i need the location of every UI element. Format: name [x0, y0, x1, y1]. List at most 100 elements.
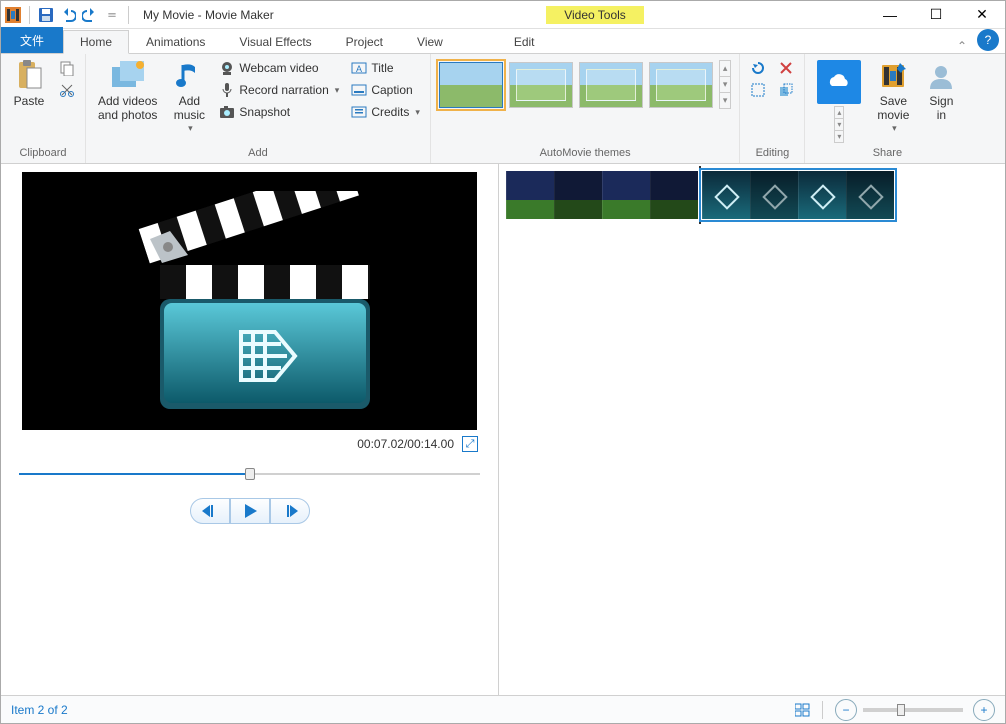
save-movie-label-2: movie: [877, 108, 909, 122]
music-icon: [173, 60, 205, 92]
add-videos-icon: [112, 60, 144, 92]
sign-in-button[interactable]: Signin: [919, 58, 963, 125]
share-gallery-scroll[interactable]: ▴ ▾ ▾: [834, 106, 844, 143]
preview-pane: 00:07.02/00:14.00 ⤢: [1, 164, 499, 695]
ribbon-tabs: 文件 Home Animations Visual Effects Projec…: [1, 29, 1005, 54]
fullscreen-icon[interactable]: ⤢: [462, 436, 478, 452]
select-all-button[interactable]: [746, 80, 770, 100]
paste-icon: [13, 60, 45, 92]
zoom-slider[interactable]: [863, 708, 963, 712]
rotate-left-button[interactable]: [746, 58, 770, 78]
share-cloud-button[interactable]: ▴ ▾ ▾: [811, 58, 867, 145]
tab-file[interactable]: 文件: [1, 27, 63, 53]
rotate-right-icon: [778, 82, 794, 98]
group-clipboard: Paste Clipboard: [1, 54, 86, 163]
play-button[interactable]: [230, 498, 270, 524]
remove-button[interactable]: [774, 58, 798, 78]
cut-button[interactable]: [55, 80, 79, 100]
timeline-pane[interactable]: [499, 164, 1005, 695]
clip-2[interactable]: [701, 170, 895, 220]
snapshot-icon: [219, 104, 235, 120]
tab-home[interactable]: Home: [63, 30, 129, 54]
webcam-video-button[interactable]: Webcam video: [215, 58, 343, 78]
add-videos-photos-button[interactable]: Add videosand photos: [92, 58, 163, 125]
theme-thumb-4[interactable]: [649, 62, 713, 108]
view-thumbnails-button[interactable]: [792, 699, 814, 721]
add-music-button[interactable]: Addmusic: [167, 58, 211, 136]
webcam-icon: [219, 60, 235, 76]
tab-edit[interactable]: Edit: [490, 31, 559, 53]
qat-dropdown-icon[interactable]: ＝: [104, 7, 120, 23]
seek-slider[interactable]: [19, 464, 480, 484]
group-add-label: Add: [92, 145, 424, 159]
window-buttons: — ☐ ✕: [867, 1, 1005, 29]
title-bar: ＝ My Movie - Movie Maker Video Tools — ☐…: [1, 1, 1005, 29]
theme-thumb-2[interactable]: [509, 62, 573, 108]
quick-access-toolbar: ＝: [1, 6, 135, 24]
sign-in-label-2: in: [937, 108, 946, 122]
cut-icon: [59, 82, 75, 98]
rotate-left-icon: [750, 60, 766, 76]
undo-icon[interactable]: [60, 7, 76, 23]
playback-controls: [11, 498, 488, 524]
group-share: ▴ ▾ ▾ Savemovie Signin Share: [805, 54, 969, 163]
clip-1[interactable]: [505, 170, 699, 220]
group-add: Add videosand photos Addmusic Webcam vid…: [86, 54, 431, 163]
contextual-tab-label: Video Tools: [546, 6, 644, 24]
app-icon: [5, 7, 21, 23]
close-button[interactable]: ✕: [959, 1, 1005, 29]
group-share-label: Share: [811, 145, 963, 159]
theme-gallery-scroll[interactable]: ▴ ▾ ▾: [719, 60, 732, 109]
copy-icon: [59, 60, 75, 76]
theme-thumb-1[interactable]: [439, 62, 503, 108]
copy-button[interactable]: [55, 58, 79, 78]
theme-gallery[interactable]: ▴ ▾ ▾: [437, 58, 734, 111]
clapper-icon: [110, 191, 390, 411]
rotate-right-button[interactable]: [774, 80, 798, 100]
add-music-label-2: music: [174, 108, 205, 122]
time-display-row: 00:07.02/00:14.00 ⤢: [11, 430, 488, 458]
save-icon[interactable]: [38, 7, 54, 23]
theme-thumb-3[interactable]: [579, 62, 643, 108]
tab-animations[interactable]: Animations: [129, 30, 222, 53]
save-movie-label-1: Save: [880, 94, 907, 108]
paste-label: Paste: [14, 94, 45, 108]
zoom-out-button[interactable]: −: [835, 699, 857, 721]
redo-icon[interactable]: [82, 7, 98, 23]
sign-in-icon: [925, 60, 957, 92]
maximize-button[interactable]: ☐: [913, 1, 959, 29]
tab-project[interactable]: Project: [329, 30, 400, 53]
title-label: Title: [371, 61, 393, 75]
tab-visual-effects[interactable]: Visual Effects: [222, 30, 328, 53]
select-all-icon: [750, 82, 766, 98]
group-clipboard-label: Clipboard: [7, 145, 79, 159]
save-movie-icon: [877, 60, 909, 92]
minimize-button[interactable]: —: [867, 1, 913, 29]
add-videos-label-1: Add videos: [98, 94, 157, 108]
remove-icon: [778, 60, 794, 76]
snapshot-label: Snapshot: [239, 105, 290, 119]
add-music-label-1: Add: [179, 94, 200, 108]
ribbon-minimize-icon[interactable]: ⌃: [957, 39, 967, 53]
group-editing-label: Editing: [746, 145, 798, 159]
zoom-in-button[interactable]: +: [973, 699, 995, 721]
title-icon: A: [351, 60, 367, 76]
help-icon[interactable]: ?: [977, 29, 999, 51]
credits-button[interactable]: Credits: [347, 102, 424, 122]
snapshot-button[interactable]: Snapshot: [215, 102, 343, 122]
add-videos-label-2: and photos: [98, 108, 157, 122]
timeline-clips: [505, 170, 999, 224]
next-frame-button[interactable]: [270, 498, 310, 524]
group-editing: Editing: [740, 54, 805, 163]
tab-view[interactable]: View: [400, 30, 460, 53]
group-themes-label: AutoMovie themes: [437, 145, 734, 159]
status-bar: Item 2 of 2 − +: [1, 695, 1005, 723]
title-button[interactable]: A Title: [347, 58, 424, 78]
save-movie-button[interactable]: Savemovie: [871, 58, 915, 136]
paste-button[interactable]: Paste: [7, 58, 51, 110]
caption-button[interactable]: Caption: [347, 80, 424, 100]
record-narration-button[interactable]: Record narration: [215, 80, 343, 100]
video-preview[interactable]: [22, 172, 477, 430]
status-item-count: Item 2 of 2: [11, 703, 68, 717]
prev-frame-button[interactable]: [190, 498, 230, 524]
